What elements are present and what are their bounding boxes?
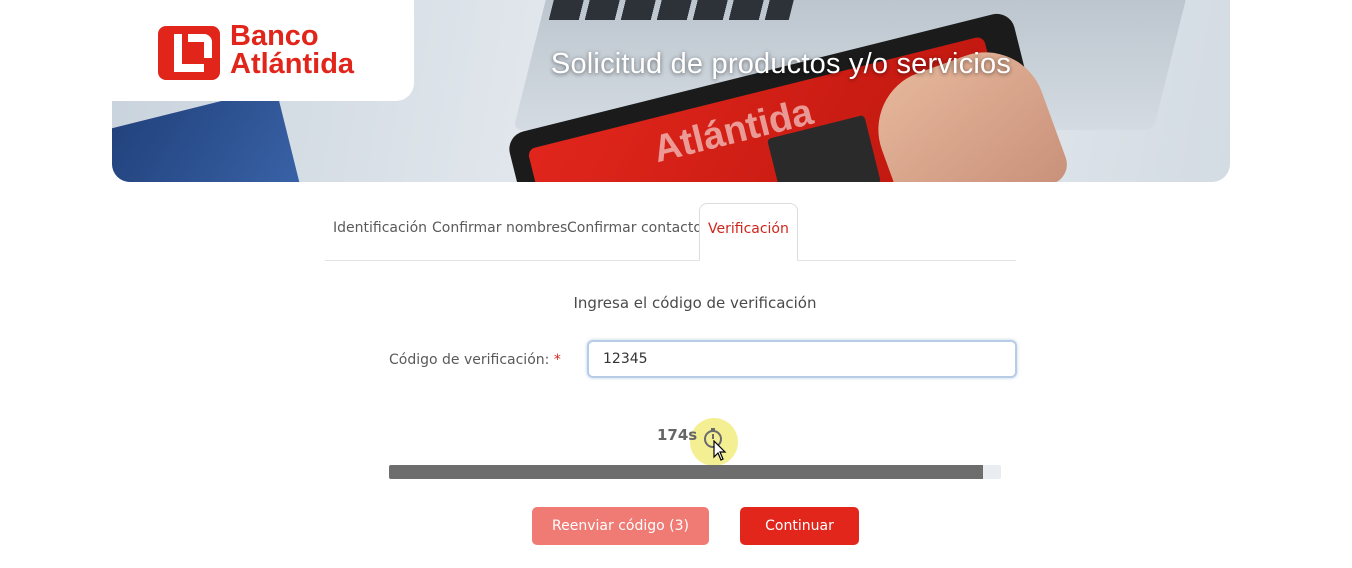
step-tabs: Identificación Confirmar nombres Confirm…	[325, 203, 1016, 261]
bank-logo-icon	[158, 26, 220, 80]
continue-button[interactable]: Continuar	[740, 507, 859, 545]
countdown-text: 174s	[657, 426, 698, 444]
bank-logo-text: Banco Atlántida	[230, 20, 355, 80]
tab-identificacion[interactable]: Identificación	[333, 203, 427, 260]
resend-code-button[interactable]: Reenviar código (3)	[532, 507, 709, 545]
banner-phone-image	[112, 87, 303, 182]
countdown-progress-bar	[389, 465, 1001, 479]
code-label-text: Código de verificación:	[389, 352, 550, 368]
logo-card: Banco Atlántida	[112, 0, 414, 101]
required-mark: *	[553, 352, 561, 368]
tab-confirmar-contactos[interactable]: Confirmar contactos	[567, 203, 709, 260]
form-heading: Ingresa el código de verificación	[573, 294, 817, 312]
code-field-label: Código de verificación: *	[389, 352, 561, 368]
verification-code-input[interactable]	[587, 340, 1017, 378]
progress-fill	[389, 465, 983, 479]
logo-line-2: Atlántida	[230, 48, 355, 80]
banner-keyboard-image	[548, 0, 796, 20]
logo-line-1: Banco	[230, 20, 319, 52]
mouse-pointer-icon	[713, 440, 727, 461]
tab-confirmar-nombres[interactable]: Confirmar nombres	[432, 203, 567, 260]
tab-verificacion[interactable]: Verificación	[699, 203, 798, 261]
